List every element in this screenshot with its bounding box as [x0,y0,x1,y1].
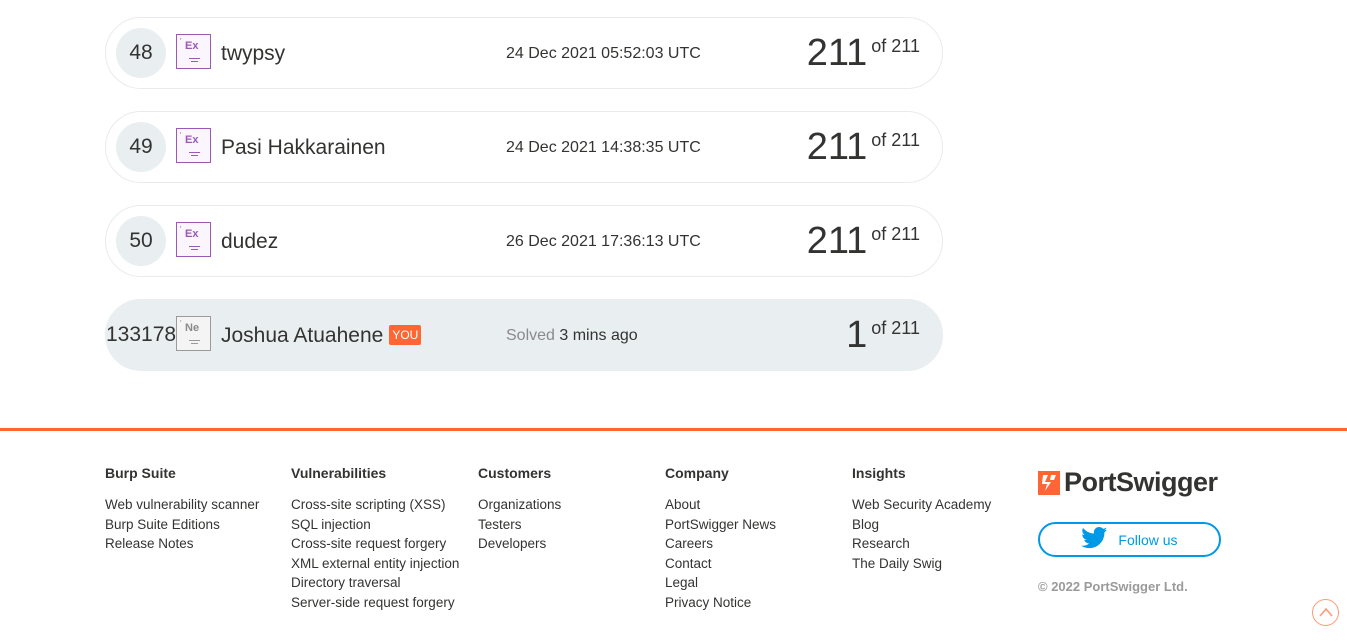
solve-time: 24 Dec 2021 05:52:03 UTC [506,45,701,62]
leaderboard-row: 50 ' Ex dudez 26 Dec 2021 17:36:13 UTC 21… [105,205,943,277]
current-user-row: 133178 ' Ne Joshua Atuahene YOU Solved 3 m… [105,299,943,371]
score-total: of 211 [871,129,920,150]
footer-heading: Insights [852,465,906,481]
footer-link[interactable]: Privacy Notice [665,593,776,613]
footer-link[interactable]: Cross-site scripting (XSS) [291,495,459,515]
follow-us-button[interactable]: Follow us [1038,522,1221,557]
footer-link[interactable]: SQL injection [291,515,459,535]
element-tile-icon: ' Ne [176,316,211,351]
footer-heading: Company [665,465,729,481]
solved-label: Solved [506,327,555,344]
footer-brand: PortSwigger Follow us © 2022 PortSwigger… [1038,467,1221,594]
portswigger-logo[interactable]: PortSwigger [1038,467,1218,498]
portswigger-logo-icon [1038,470,1060,495]
footer-column-company: Company About PortSwigger News Careers C… [665,465,776,612]
footer-link[interactable]: Developers [478,534,561,554]
you-badge: YOU [389,325,422,345]
footer-link[interactable]: XML external entity injection [291,554,459,574]
footer-heading: Burp Suite [105,465,176,481]
player-name[interactable]: twypsy [221,42,285,66]
score: 211 of 211 [807,126,920,169]
element-tile-icon: ' Ex [176,222,211,257]
score-value: 1 [846,314,868,356]
rank-badge: 49 [116,122,166,172]
score-value: 211 [806,32,868,74]
footer-link[interactable]: Testers [478,515,561,535]
rank-badge: 48 [116,28,166,78]
footer-column-vulnerabilities: Vulnerabilities Cross-site scripting (XS… [291,465,459,612]
footer-link[interactable]: Careers [665,534,776,554]
player-name[interactable]: Pasi Hakkarainen [221,136,386,160]
score-value: 211 [806,126,868,168]
player-name[interactable]: dudez [221,230,278,254]
score-total: of 211 [871,223,920,244]
rank-badge: 133178 [106,323,177,346]
footer-link[interactable]: Directory traversal [291,573,459,593]
rank-badge: 50 [116,216,166,266]
footer-link[interactable]: Release Notes [105,534,259,554]
footer-column-customers: Customers Organizations Testers Develope… [478,465,561,554]
footer-column-burp-suite: Burp Suite Web vulnerability scanner Bur… [105,465,259,554]
player-name[interactable]: Joshua Atuahene YOU [221,324,422,348]
score-total: of 211 [871,317,920,338]
leaderboard-row: 48 ' Ex twypsy 24 Dec 2021 05:52:03 UTC 2… [105,17,943,89]
footer-link[interactable]: Burp Suite Editions [105,515,259,535]
score: 211 of 211 [807,220,920,263]
footer-link[interactable]: Cross-site request forgery [291,534,459,554]
score-total: of 211 [871,35,920,56]
chevron-up-icon [1319,607,1333,617]
footer-link[interactable]: Research [852,534,991,554]
scroll-to-top-button[interactable] [1312,599,1339,626]
follow-us-label: Follow us [1118,531,1178,548]
footer-link[interactable]: Web Security Academy [852,495,991,515]
solve-time: 24 Dec 2021 14:38:35 UTC [506,139,701,156]
footer-link[interactable]: Contact [665,554,776,574]
score-value: 211 [806,220,868,262]
copyright-text: © 2022 PortSwigger Ltd. [1038,579,1188,594]
twitter-bird-icon [1081,527,1108,552]
element-tile-icon: ' Ex [176,34,211,69]
footer-link[interactable]: The Daily Swig [852,554,991,574]
footer-link[interactable]: Organizations [478,495,561,515]
site-footer: Burp Suite Web vulnerability scanner Bur… [0,431,1347,641]
footer-column-insights: Insights Web Security Academy Blog Resea… [852,465,991,573]
footer-link[interactable]: Legal [665,573,776,593]
solved-time: 3 mins ago [559,327,638,344]
footer-link[interactable]: PortSwigger News [665,515,776,535]
solve-time: Solved 3 mins ago [506,327,638,345]
player-name-text: Joshua Atuahene [221,324,384,347]
brand-wordmark: PortSwigger [1064,467,1218,497]
leaderboard-row: 49 ' Ex Pasi Hakkarainen 24 Dec 2021 14:3… [105,111,943,183]
footer-heading: Customers [478,465,552,481]
footer-link[interactable]: Server-side request forgery [291,593,459,613]
score: 1 of 211 [846,314,920,357]
element-tile-icon: ' Ex [176,128,211,163]
score: 211 of 211 [807,32,920,75]
footer-heading: Vulnerabilities [291,465,387,481]
footer-link[interactable]: Blog [852,515,991,535]
solve-time: 26 Dec 2021 17:36:13 UTC [506,233,701,250]
footer-link[interactable]: About [665,495,776,515]
footer-link[interactable]: Web vulnerability scanner [105,495,259,515]
